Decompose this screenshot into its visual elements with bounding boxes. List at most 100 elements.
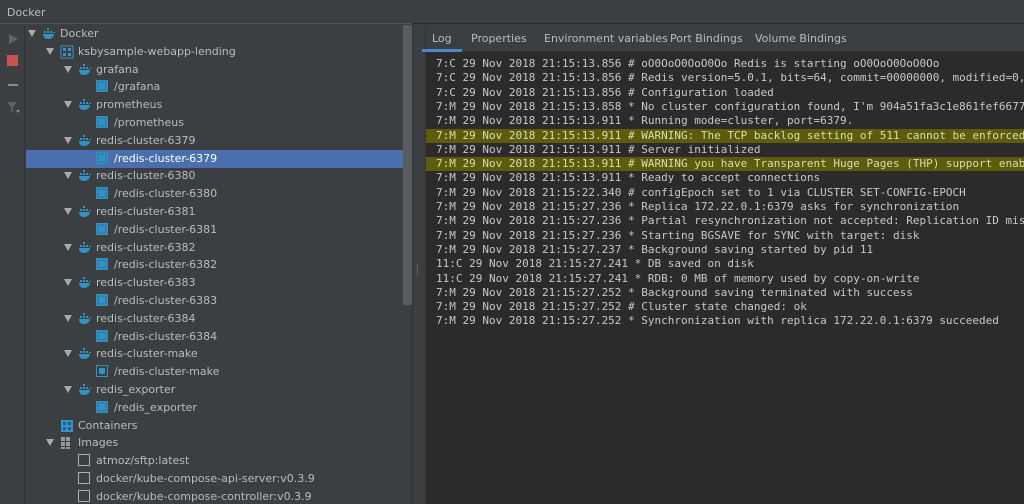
docker-icon [78, 205, 92, 219]
tree-node-label: redis_exporter [96, 383, 176, 396]
image-icon [78, 472, 92, 486]
tree-node-row[interactable]: Containers [26, 417, 412, 435]
tree-node-row[interactable]: docker/kube-compose-controller:v0.3.9 [26, 488, 412, 504]
log-line: 7:M 29 Nov 2018 21:15:27.252 * Synchroni… [436, 314, 999, 328]
log-line: 7:C 29 Nov 2018 21:15:13.856 # Configura… [436, 85, 774, 99]
container-stopped-icon [96, 365, 110, 379]
expand-arrow-icon[interactable] [64, 350, 72, 358]
expand-arrow-icon[interactable] [64, 65, 72, 73]
docker-icon [78, 276, 92, 290]
log-line: 7:M 29 Nov 2018 21:15:27.252 # Cluster s… [436, 300, 807, 314]
container-icon [96, 80, 110, 94]
expand-arrow-icon[interactable] [64, 208, 72, 215]
tree-node-label: /prometheus [114, 116, 184, 129]
tree-node-label: redis-cluster-6381 [96, 205, 196, 218]
expand-arrow-icon[interactable] [64, 136, 72, 144]
tree-container-row[interactable]: /redis-cluster-6383 [26, 292, 412, 310]
run-icon[interactable] [5, 31, 20, 46]
container-icon [96, 116, 110, 130]
log-line: 7:C 29 Nov 2018 21:15:13.856 # oO0OoO0Oo… [436, 57, 940, 70]
container-icon [96, 187, 110, 201]
tree-node-row[interactable]: redis-cluster-6379 [26, 132, 412, 150]
tree-node-label: /redis_exporter [114, 400, 197, 414]
tree-node-row[interactable]: redis-cluster-6382 [26, 239, 412, 257]
tree-scrollbar[interactable] [403, 25, 412, 305]
tree-node-row[interactable]: atmoz/sftp:latest [26, 452, 412, 470]
docker-icon [78, 169, 92, 183]
log-line: 7:M 29 Nov 2018 21:15:27.236 * Partial r… [436, 214, 1024, 228]
tree-container-row[interactable]: /redis_exporter [26, 399, 412, 417]
tree-container-row[interactable]: /redis-cluster-6380 [26, 185, 412, 203]
tree-container-row[interactable]: /redis-cluster-6382 [26, 256, 412, 274]
tree-node-label: /redis-cluster-6381 [114, 222, 218, 236]
docker-icon [78, 383, 92, 397]
tree-container-row[interactable]: /redis-cluster-6381 [26, 221, 412, 239]
expand-arrow-icon[interactable] [64, 101, 72, 109]
header-divider [0, 23, 412, 24]
tree-node-label: redis-cluster-6382 [96, 240, 196, 254]
stop-icon[interactable] [5, 53, 20, 68]
container-icon [96, 258, 110, 272]
tree-node-row[interactable]: redis-cluster-6384 [26, 310, 412, 328]
container-icon [96, 294, 110, 308]
docker-tree: Docker ksbysample-webapp-lending grafana/g… [26, 25, 412, 504]
tab-volume-bindings[interactable]: Volume Bindings [753, 25, 849, 52]
tree-node-label: /redis-cluster-6380 [114, 187, 218, 201]
log-output[interactable]: 7:C 29 Nov 2018 21:15:13.856 # oO0OoO0Oo… [426, 57, 1024, 504]
tree-node-label: redis-cluster-make [96, 347, 198, 361]
log-line: 7:M 29 Nov 2018 21:15:27.236 * Replica 1… [436, 200, 960, 213]
expand-arrow-icon[interactable] [64, 172, 72, 180]
tree-node-row[interactable]: redis-cluster-6381 [26, 203, 412, 221]
log-line: 7:M 29 Nov 2018 21:15:27.237 * Backgroun… [436, 242, 874, 256]
log-line: 7:M 29 Nov 2018 21:15:13.911 * Ready to … [436, 171, 821, 185]
tree-node-row[interactable]: redis_exporter [26, 381, 412, 399]
expand-arrow-icon[interactable] [64, 279, 72, 287]
tree-node-row[interactable]: redis-cluster-make [26, 345, 412, 363]
log-line: 7:M 29 Nov 2018 21:15:27.252 * Backgroun… [436, 285, 913, 299]
docker-icon [78, 134, 92, 148]
tab-port-bindings[interactable]: Port Bindings [668, 25, 745, 52]
tab-environment-variables[interactable]: Environment variables [542, 25, 670, 52]
log-line: 11:C 29 Nov 2018 21:15:27.241 * RDB: 0 M… [436, 271, 920, 285]
tab-properties[interactable]: Properties [469, 25, 529, 52]
tree-container-row[interactable]: /redis-cluster-6384 [26, 328, 412, 346]
docker-icon [78, 63, 92, 77]
tree-container-row[interactable]: /redis-cluster-make [26, 363, 412, 381]
tab-log[interactable]: Log [422, 25, 462, 52]
tool-window-header: Docker [0, 0, 1024, 24]
tree-node-label: /redis-cluster-6379 [114, 151, 218, 165]
tree-node-label: redis-cluster-6383 [96, 276, 196, 290]
expand-arrow-icon[interactable] [46, 47, 54, 55]
tree-node-row[interactable]: redis-cluster-6380 [26, 167, 412, 185]
docker-icon [42, 27, 56, 41]
container-icon [96, 400, 110, 415]
container-icon [96, 222, 110, 237]
minus-icon[interactable] [5, 77, 20, 92]
tree-container-row[interactable]: /redis-cluster-6379 [26, 149, 412, 168]
panel-splitter[interactable]: ⁞ ⁞ [412, 25, 426, 504]
tree-container-row[interactable]: /prometheus [26, 114, 412, 132]
log-line: 7:C 29 Nov 2018 21:15:13.856 # Redis ver… [436, 71, 1024, 85]
expand-arrow-icon[interactable] [64, 243, 72, 251]
tree-node-row[interactable]: docker/kube-compose-api-server:v0.3.9 [26, 470, 412, 488]
log-line: 7:M 29 Nov 2018 21:15:13.858 * No cluste… [436, 99, 1024, 113]
tree-node-row[interactable]: prometheus [26, 96, 412, 114]
log-line-warning: 7:M 29 Nov 2018 21:15:13.911 # WARNING y… [436, 157, 1024, 171]
tree-container-row[interactable]: /grafana [26, 78, 412, 96]
tree-node-label: docker/kube-compose-controller:v0.3.9 [96, 489, 312, 503]
expand-arrow-icon[interactable] [28, 30, 36, 37]
expand-arrow-icon[interactable] [64, 314, 72, 322]
tree-node-label: /redis-cluster-6382 [114, 258, 218, 272]
tree-node-row[interactable]: redis-cluster-6383 [26, 274, 412, 292]
tree-node-row[interactable]: ksbysample-webapp-lending [26, 43, 412, 61]
filter-icon[interactable] [5, 99, 20, 114]
detail-tabs: Log Properties Environment variables Por… [422, 25, 1024, 52]
container-icon [96, 329, 110, 344]
tree-node-row[interactable]: Images [26, 434, 412, 452]
expand-arrow-icon[interactable] [64, 386, 72, 393]
expand-arrow-icon[interactable] [46, 439, 54, 447]
docker-icon [78, 312, 92, 326]
tree-root-row[interactable]: Docker [26, 25, 412, 43]
tool-window-title: Docker [7, 6, 46, 19]
tree-node-row[interactable]: grafana [26, 61, 412, 79]
